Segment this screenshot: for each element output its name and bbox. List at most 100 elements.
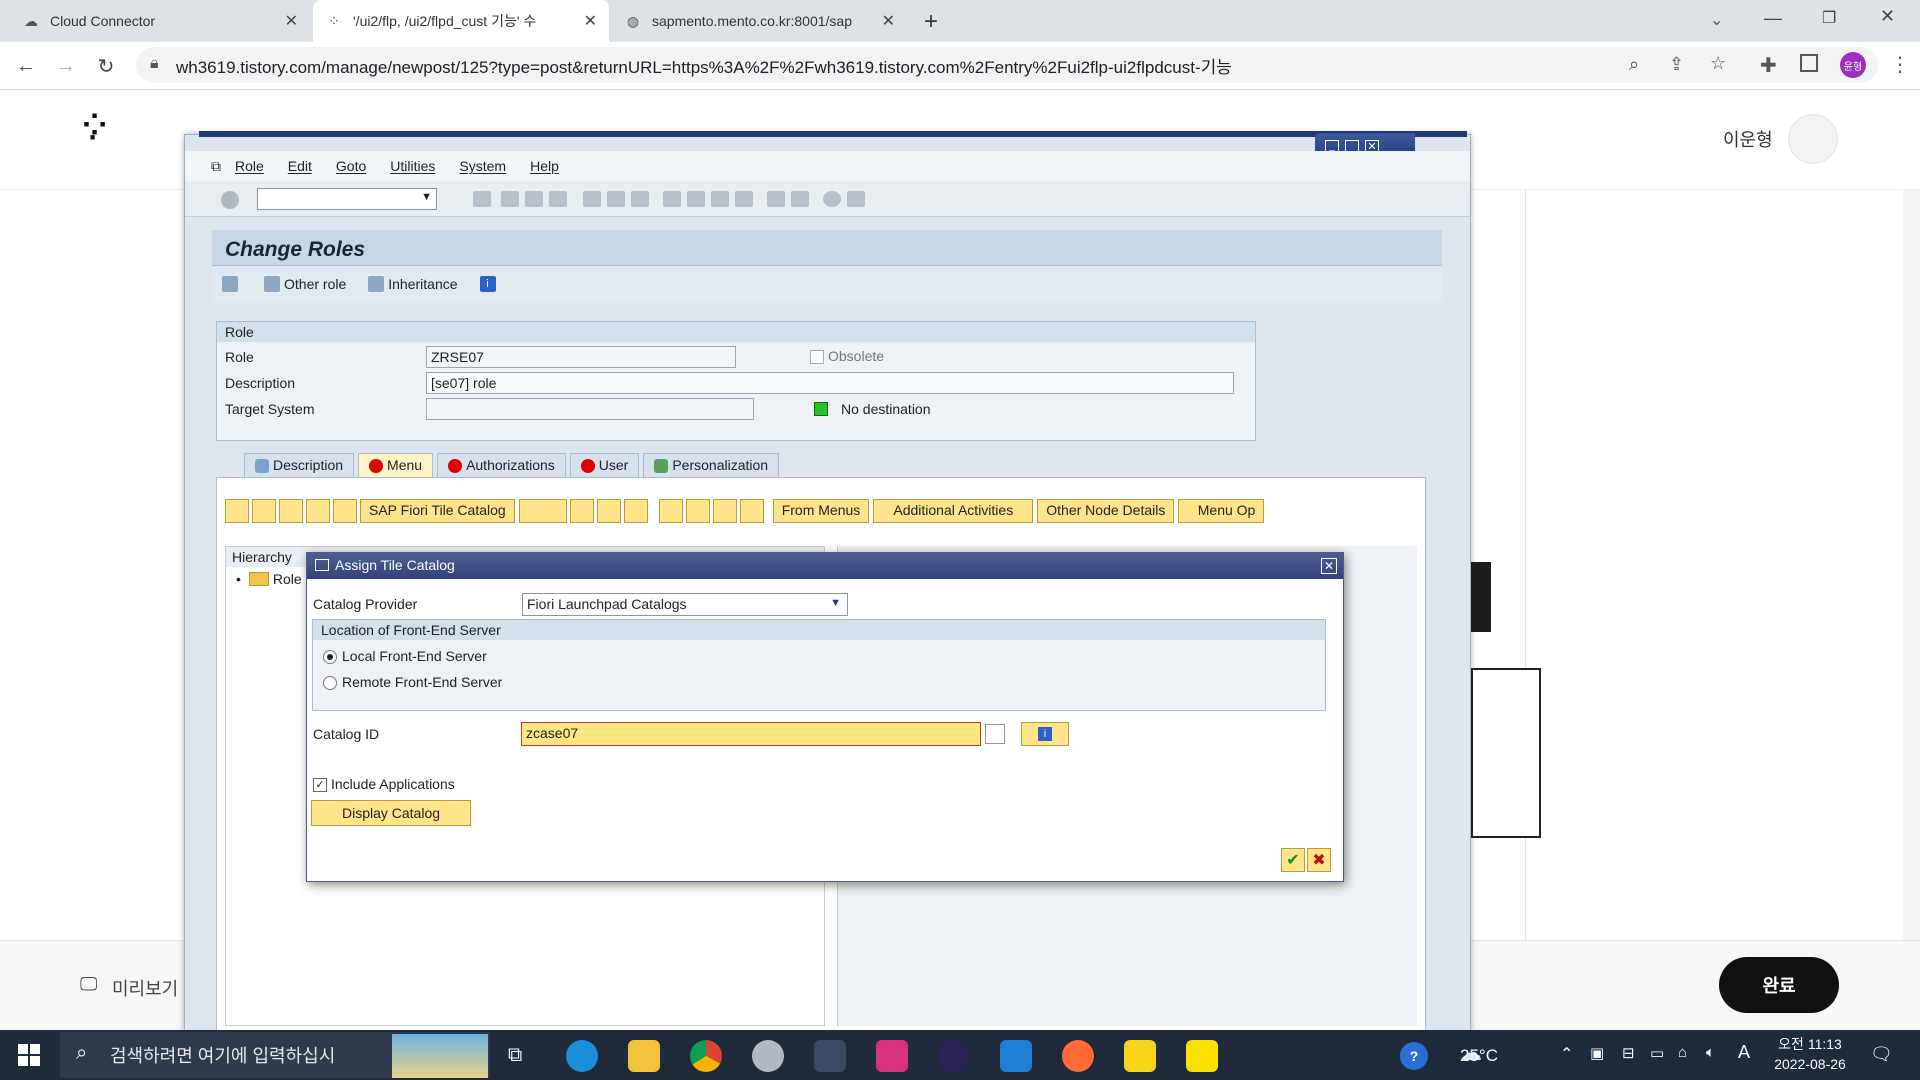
volume-icon[interactable]: 🔈︎: [1706, 1044, 1715, 1061]
description-field[interactable]: [se07] role: [426, 372, 1234, 394]
file-explorer-icon[interactable]: [628, 1040, 660, 1072]
share-icon[interactable]: ⇪: [1669, 54, 1684, 75]
tray-camera-icon[interactable]: ▣: [1590, 1044, 1604, 1062]
reload-icon[interactable]: ↻: [92, 52, 120, 80]
extensions-icon[interactable]: ✚: [1760, 53, 1777, 78]
other-role-button[interactable]: Other role: [264, 276, 346, 292]
forward-icon[interactable]: →: [52, 52, 80, 80]
close-icon[interactable]: ✕: [1321, 558, 1337, 574]
search-icon[interactable]: [658, 499, 683, 523]
tab-authorizations[interactable]: Authorizations: [437, 453, 566, 477]
menu-edit[interactable]: Edit: [288, 158, 312, 174]
close-window-icon[interactable]: ✕: [1880, 6, 1895, 27]
menu-utilities[interactable]: Utilities: [390, 158, 435, 174]
catalog-info-button[interactable]: i: [1021, 722, 1069, 746]
wifi-icon[interactable]: ⌂: [1678, 1044, 1687, 1061]
find-icon[interactable]: [569, 499, 594, 523]
first-page-icon[interactable]: [663, 191, 681, 207]
from-menus-button[interactable]: From Menus: [772, 499, 870, 523]
tistory-logo-icon[interactable]: ⁘ ·: [82, 111, 107, 153]
temperature[interactable]: 25°C: [1460, 1046, 1498, 1066]
shortcut-icon[interactable]: [791, 191, 809, 207]
done-button[interactable]: 완료: [1719, 957, 1839, 1013]
back-icon[interactable]: ←: [12, 52, 40, 80]
windows-start-icon[interactable]: [18, 1044, 40, 1066]
close-icon[interactable]: ✕: [584, 11, 597, 31]
menu-goto[interactable]: Goto: [336, 158, 366, 174]
additional-activities-button[interactable]: Additional Activities: [873, 499, 1034, 523]
print-icon[interactable]: [685, 499, 710, 523]
include-applications-checkbox[interactable]: ✓: [313, 778, 327, 792]
expand-icon[interactable]: [225, 499, 249, 523]
print-icon[interactable]: [583, 191, 601, 207]
close-icon[interactable]: ✕: [285, 11, 298, 31]
system-clock[interactable]: 오전 11:13 2022-08-26: [1760, 1034, 1860, 1074]
where-used-icon[interactable]: [623, 499, 648, 523]
display-catalog-button[interactable]: Display Catalog: [311, 800, 471, 826]
tab-cloud-connector[interactable]: ☁ Cloud Connector ✕: [10, 0, 310, 42]
tab-menu[interactable]: Menu: [358, 453, 434, 477]
eclipse-icon[interactable]: [938, 1040, 970, 1072]
preview-button[interactable]: 미리보기: [112, 975, 178, 1001]
last-page-icon[interactable]: [735, 191, 753, 207]
catalog-provider-select[interactable]: Fiori Launchpad Catalogs ▼: [522, 593, 848, 616]
menu-role[interactable]: Role: [235, 158, 264, 174]
menu-help[interactable]: Help: [530, 158, 559, 174]
tab-description[interactable]: Description: [244, 453, 355, 477]
menu-system[interactable]: System: [459, 158, 506, 174]
sap-logon-icon[interactable]: [814, 1040, 846, 1072]
chrome-icon[interactable]: [690, 1040, 722, 1072]
fiori-tile-catalog-button[interactable]: SAP Fiori Tile Catalog: [360, 499, 515, 523]
tab-tistory-post[interactable]: ⁘ '/ui2/flp, /ui2/flpd_cust 기능' 수 ✕: [313, 0, 609, 42]
target-system-field[interactable]: [426, 398, 754, 420]
find-next-icon[interactable]: [631, 191, 649, 207]
help-icon[interactable]: ?: [1400, 1042, 1428, 1070]
page-scrollbar[interactable]: [1903, 190, 1920, 940]
bookmark-star-icon[interactable]: ☆: [1710, 53, 1726, 74]
layout-menu-icon[interactable]: [847, 191, 865, 207]
local-server-radio[interactable]: [323, 650, 337, 664]
command-field[interactable]: ▼: [257, 188, 437, 210]
task-view-icon[interactable]: ⧉: [508, 1044, 522, 1067]
chevron-up-icon[interactable]: ⌃: [1560, 1044, 1573, 1064]
tab-sapmento[interactable]: ◍ sapmento.mento.co.kr:8001/sap ✕: [612, 0, 907, 42]
find-icon[interactable]: [607, 191, 625, 207]
menu-options-button[interactable]: Menu Op: [1178, 499, 1265, 523]
delete-node-icon[interactable]: [518, 499, 567, 523]
next-page-icon[interactable]: [711, 191, 729, 207]
cancel-x-icon[interactable]: ✖: [1307, 848, 1331, 872]
sticky-notes-icon[interactable]: [1124, 1040, 1156, 1072]
cancel-icon[interactable]: [549, 191, 567, 207]
save-icon[interactable]: [473, 191, 491, 207]
edge-icon[interactable]: [566, 1040, 598, 1072]
user-name[interactable]: 이운형: [1723, 126, 1773, 152]
report-icon[interactable]: [712, 499, 737, 523]
help-icon[interactable]: [823, 191, 841, 207]
enter-icon[interactable]: [221, 191, 239, 209]
role-field[interactable]: ZRSE07: [426, 346, 736, 368]
find-next-icon[interactable]: [596, 499, 621, 523]
tab-personalization[interactable]: Personalization: [643, 453, 780, 477]
postman-icon[interactable]: [1062, 1040, 1094, 1072]
ime-indicator[interactable]: A: [1738, 1042, 1750, 1063]
folder-icon[interactable]: [252, 499, 276, 523]
catalog-id-input[interactable]: zcase07: [521, 722, 981, 746]
profile-avatar[interactable]: 윤형: [1840, 52, 1866, 78]
move-down-icon[interactable]: [306, 499, 330, 523]
previous-page-icon[interactable]: [687, 191, 705, 207]
browser-menu-icon[interactable]: ⋮: [1890, 52, 1910, 77]
other-node-details-button[interactable]: Other Node Details: [1037, 499, 1175, 523]
menu-icon[interactable]: ⧉: [211, 158, 221, 175]
back-icon[interactable]: [501, 191, 519, 207]
zoom-icon[interactable]: ⌕: [1629, 54, 1639, 75]
tab-search-icon[interactable]: ⌄: [1710, 10, 1723, 30]
confirm-check-icon[interactable]: ✔: [1281, 848, 1305, 872]
remote-server-radio[interactable]: [323, 676, 337, 690]
restore-icon[interactable]: ❐: [1822, 8, 1836, 28]
value-help-icon[interactable]: [985, 724, 1005, 744]
side-panel-icon[interactable]: [1800, 54, 1818, 72]
collapse-icon[interactable]: [279, 499, 303, 523]
inheritance-button[interactable]: Inheritance: [368, 276, 458, 292]
notification-icon[interactable]: 🗨︎: [1870, 1044, 1893, 1065]
info-icon[interactable]: [739, 499, 764, 523]
